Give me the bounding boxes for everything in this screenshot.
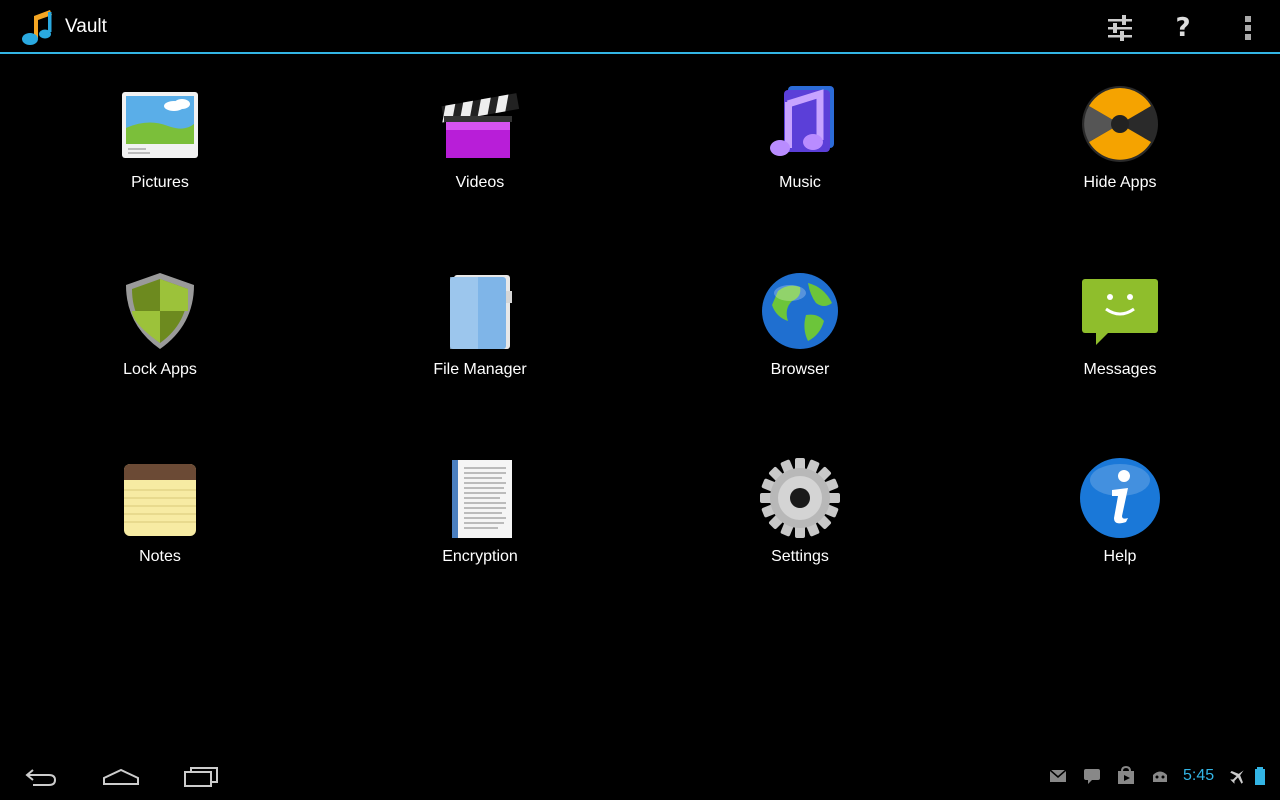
battery-icon[interactable]	[1250, 766, 1270, 786]
tile-label: Videos	[455, 174, 505, 191]
tile-label: Music	[779, 174, 821, 191]
browser-icon	[762, 273, 838, 349]
music-icon	[770, 86, 834, 156]
settings-sliders-icon	[1108, 15, 1132, 41]
hide-apps-icon	[1082, 86, 1158, 162]
status-clock[interactable]: 5:45	[1183, 767, 1214, 785]
lock-apps-icon	[126, 273, 194, 349]
overflow-menu-icon	[1245, 16, 1251, 40]
help-info-icon	[1080, 458, 1160, 538]
tile-pictures[interactable]: Pictures	[60, 64, 260, 214]
help-icon: ?	[1175, 13, 1191, 43]
tile-label: Pictures	[131, 174, 189, 191]
action-bar: Vault ?	[0, 0, 1280, 54]
airplane-mode-icon[interactable]	[1228, 766, 1248, 786]
file-manager-icon	[450, 275, 512, 349]
tile-label: Help	[1103, 548, 1137, 565]
talk-icon[interactable]	[1082, 766, 1102, 786]
help-button[interactable]: ?	[1163, 8, 1203, 48]
settings-sliders-button[interactable]	[1100, 8, 1140, 48]
tile-label: Notes	[139, 548, 181, 565]
tile-label: File Manager	[433, 361, 527, 378]
app-grid: Pictures Videos Music Hide Apps Lock App…	[0, 56, 1280, 746]
overflow-menu-button[interactable]	[1228, 8, 1268, 48]
vault-logo-icon[interactable]	[20, 6, 58, 48]
back-button[interactable]	[16, 762, 66, 792]
play-store-icon[interactable]	[1116, 766, 1136, 786]
notes-icon	[124, 464, 196, 536]
gmail-icon[interactable]	[1048, 766, 1068, 786]
tile-label: Messages	[1083, 361, 1157, 378]
home-button[interactable]	[96, 762, 146, 792]
tile-hide-apps[interactable]: Hide Apps	[1020, 64, 1220, 214]
android-debug-icon[interactable]	[1150, 766, 1170, 786]
tile-label: Encryption	[442, 548, 518, 565]
settings-icon	[760, 458, 840, 538]
videos-icon	[441, 93, 520, 158]
recent-apps-button[interactable]	[176, 762, 226, 792]
pictures-icon	[122, 92, 198, 158]
messages-icon	[1082, 279, 1158, 345]
tile-label: Browser	[770, 361, 830, 378]
recent-apps-icon	[184, 767, 218, 787]
tile-label: Hide Apps	[1083, 174, 1157, 191]
tile-browser[interactable]: Browser	[700, 251, 900, 401]
tile-lock-apps[interactable]: Lock Apps	[60, 251, 260, 401]
app-title: Vault	[65, 16, 107, 37]
tile-encryption[interactable]: Encryption	[380, 438, 580, 588]
tile-messages[interactable]: Messages	[1020, 251, 1220, 401]
tile-settings[interactable]: Settings	[700, 438, 900, 588]
tile-videos[interactable]: Videos	[380, 64, 580, 214]
tile-music[interactable]: Music	[700, 64, 900, 214]
screen: Vault ? Pictures Videos Music Hide Apps …	[0, 0, 1280, 800]
back-icon	[25, 769, 57, 786]
tile-label: Settings	[771, 548, 829, 565]
tile-label: Lock Apps	[123, 361, 197, 378]
tile-help[interactable]: Help	[1020, 438, 1220, 588]
tile-file-manager[interactable]: File Manager	[380, 251, 580, 401]
tile-notes[interactable]: Notes	[60, 438, 260, 588]
home-icon	[103, 768, 139, 785]
encryption-icon	[452, 460, 512, 538]
